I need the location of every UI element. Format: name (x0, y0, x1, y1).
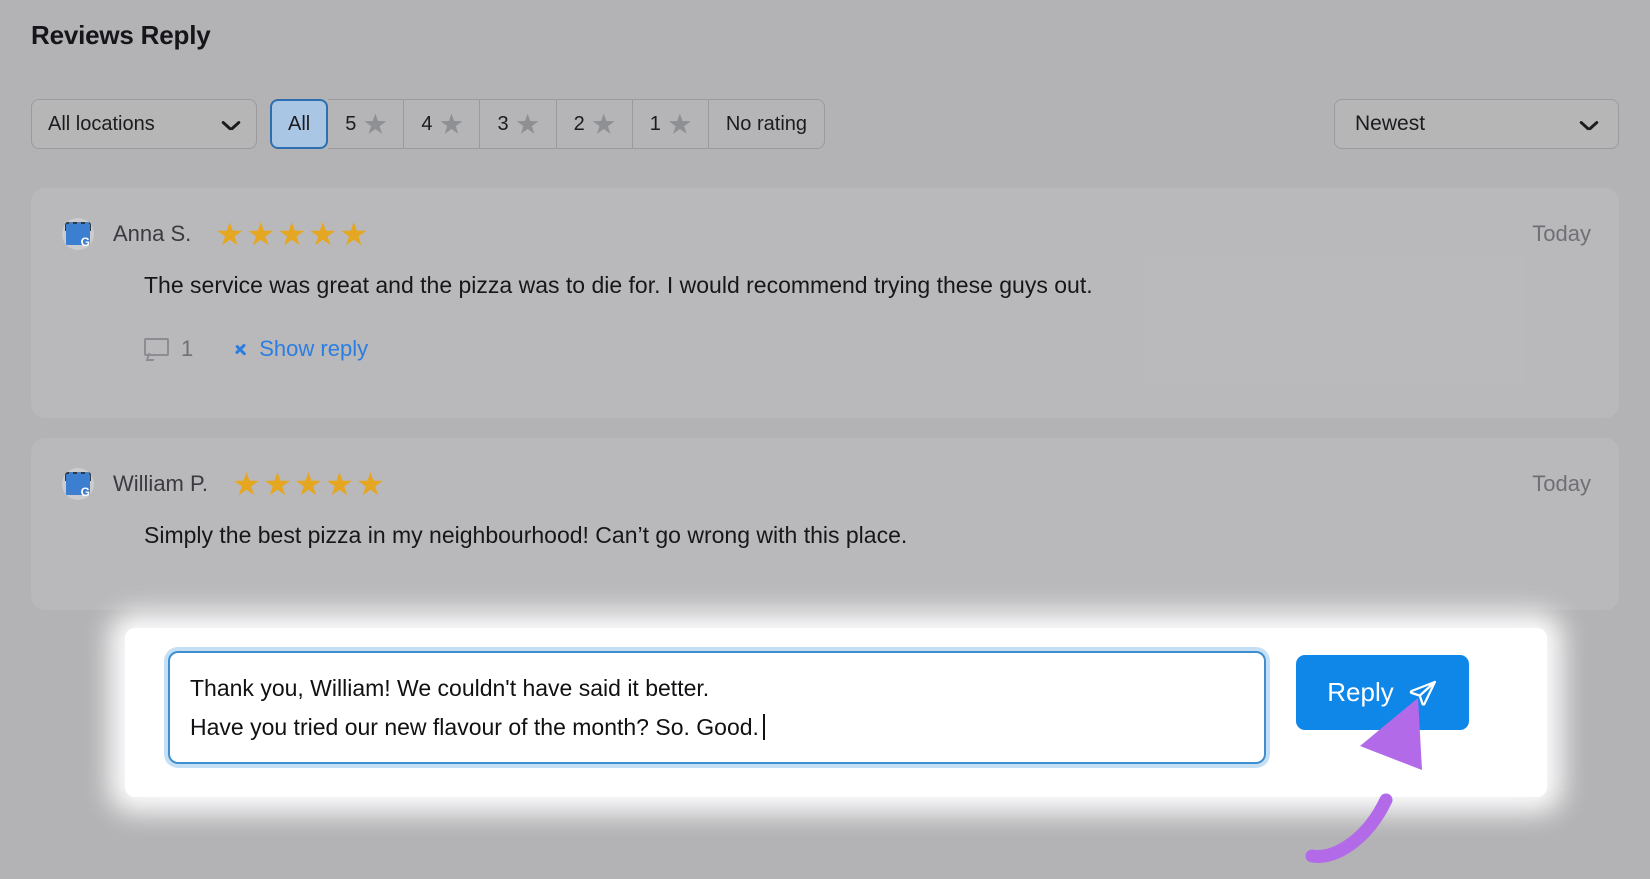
rating-stars (217, 222, 367, 246)
google-business-profile-icon: G (62, 218, 94, 250)
rating-filter-5-label: 5 (345, 112, 357, 135)
review-timestamp: Today (1532, 221, 1591, 246)
review-card: G Anna S. Today The service was great an… (31, 188, 1619, 418)
rating-filter-no-rating[interactable]: No rating (708, 99, 826, 149)
text-caret (762, 714, 765, 740)
rating-filter-all[interactable]: All (270, 99, 329, 149)
google-business-profile-icon: G (62, 468, 94, 500)
reply-button-label: Reply (1327, 677, 1394, 707)
rating-filter-all-label: All (288, 112, 311, 135)
show-reply-label: Show reply (259, 336, 369, 361)
reviewer-name: Anna S. (113, 221, 192, 246)
chevron-down-icon (222, 119, 240, 130)
star-filled-icon (326, 472, 352, 496)
comment-icon (144, 337, 169, 361)
send-icon (1409, 680, 1436, 706)
filters-toolbar: All locations All 5 4 3 2 1 No rating Ne… (31, 99, 1619, 149)
review-text: Simply the best pizza in my neighbourhoo… (144, 522, 908, 548)
review-header: G Anna S. Today (62, 214, 1591, 254)
star-filled-icon (341, 222, 367, 246)
review-actions: 1 Show reply (144, 336, 368, 362)
reply-input-line-1: Thank you, William! We couldn't have sai… (190, 675, 710, 701)
star-icon (440, 113, 463, 134)
locations-filter-label: All locations (48, 112, 155, 135)
rating-filter-5[interactable]: 5 (328, 99, 405, 149)
star-filled-icon (264, 472, 290, 496)
chevron-down-icon (1580, 119, 1598, 130)
star-icon (668, 113, 691, 134)
show-reply-button[interactable]: Show reply (235, 336, 368, 362)
reply-button[interactable]: Reply (1296, 655, 1469, 730)
rating-filter-4-label: 4 (421, 112, 433, 135)
rating-filter-2[interactable]: 2 (556, 99, 633, 149)
rating-filter-no-rating-label: No rating (725, 112, 808, 135)
rating-stars (233, 472, 383, 496)
review-text: The service was great and the pizza was … (144, 272, 1093, 298)
review-timestamp: Today (1532, 471, 1591, 496)
sort-select[interactable]: Newest (1334, 99, 1619, 149)
rating-filter-group: All 5 4 3 2 1 No rating (270, 99, 826, 149)
star-filled-icon (310, 222, 336, 246)
star-filled-icon (217, 222, 243, 246)
star-filled-icon (248, 222, 274, 246)
chevron-right-icon (235, 339, 247, 359)
review-card: G William P. Today Simply the best pizza… (31, 438, 1619, 610)
rating-filter-1-label: 1 (649, 112, 661, 135)
rating-filter-2-label: 2 (573, 112, 585, 135)
rating-filter-3-label: 3 (497, 112, 509, 135)
star-icon (592, 113, 615, 134)
rating-filter-4[interactable]: 4 (404, 99, 481, 149)
star-filled-icon (295, 472, 321, 496)
reviewer-name: William P. (113, 471, 208, 496)
page-title: Reviews Reply (31, 20, 211, 50)
rating-filter-1[interactable]: 1 (632, 99, 709, 149)
reply-input[interactable]: Thank you, William! We couldn't have sai… (168, 651, 1266, 764)
reply-input-line-2: Have you tried our new flavour of the mo… (190, 714, 759, 740)
star-icon (516, 113, 539, 134)
rating-filter-3[interactable]: 3 (480, 99, 557, 149)
star-filled-icon (233, 472, 259, 496)
locations-filter-select[interactable]: All locations (31, 99, 257, 149)
reply-count: 1 (181, 336, 194, 361)
star-filled-icon (357, 472, 383, 496)
star-filled-icon (279, 222, 305, 246)
sort-select-label: Newest (1355, 112, 1426, 135)
star-icon (364, 113, 387, 134)
review-header: G William P. Today (62, 464, 1591, 504)
